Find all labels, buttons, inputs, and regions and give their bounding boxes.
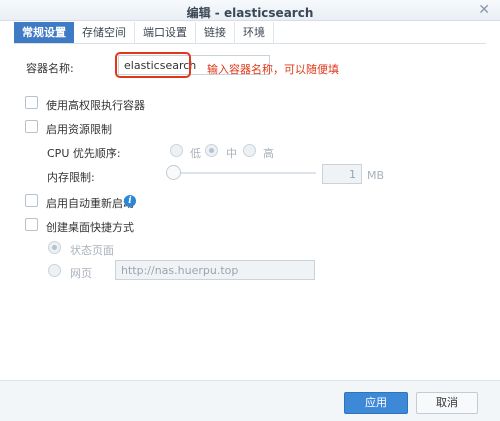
resource-limit-checkbox[interactable] bbox=[25, 120, 38, 133]
high-privilege-checkbox[interactable] bbox=[25, 96, 38, 109]
cpu-low-label: 低 bbox=[190, 147, 201, 160]
status-page-label: 状态页面 bbox=[70, 244, 114, 257]
cpu-low-radio[interactable] bbox=[170, 144, 183, 157]
annotation-text: 输入容器名称，可以随便填 bbox=[207, 63, 339, 76]
auto-restart-label: 启用自动重新启动 bbox=[46, 197, 134, 210]
status-page-radio[interactable] bbox=[48, 241, 61, 254]
high-privilege-label: 使用高权限执行容器 bbox=[46, 99, 145, 112]
tab-links[interactable]: 链接 bbox=[196, 22, 235, 44]
close-icon[interactable]: ✕ bbox=[478, 2, 490, 18]
memory-value-input[interactable]: 1 bbox=[322, 164, 362, 184]
tab-general[interactable]: 常规设置 bbox=[14, 22, 74, 44]
tab-divider bbox=[14, 43, 486, 44]
info-icon[interactable]: i bbox=[124, 195, 136, 207]
cpu-high-label: 高 bbox=[263, 147, 274, 160]
memory-unit-label: MB bbox=[367, 169, 385, 182]
cpu-medium-label: 中 bbox=[226, 147, 237, 160]
window-titlebar: 编辑 - elasticsearch ✕ bbox=[0, 0, 500, 21]
container-name-label: 容器名称: bbox=[26, 62, 74, 75]
tab-ports[interactable]: 端口设置 bbox=[135, 22, 196, 44]
cpu-high-radio[interactable] bbox=[243, 144, 256, 157]
webpage-radio[interactable] bbox=[48, 264, 61, 277]
window-title: 编辑 - elasticsearch bbox=[186, 6, 314, 20]
desktop-shortcut-label: 创建桌面快捷方式 bbox=[46, 221, 134, 234]
highlight-box bbox=[115, 52, 191, 78]
memory-slider-handle[interactable] bbox=[166, 165, 181, 180]
cancel-button[interactable]: 取消 bbox=[416, 392, 478, 414]
tab-environment[interactable]: 环境 bbox=[235, 22, 274, 44]
auto-restart-checkbox[interactable] bbox=[25, 194, 38, 207]
cpu-medium-radio[interactable] bbox=[205, 144, 218, 157]
desktop-shortcut-checkbox[interactable] bbox=[25, 218, 38, 231]
resource-limit-label: 启用资源限制 bbox=[46, 123, 112, 136]
webpage-url-input[interactable]: http://nas.huerpu.top bbox=[115, 260, 315, 280]
memory-limit-label: 内存限制: bbox=[47, 171, 95, 184]
tab-bar: 常规设置 存储空间 端口设置 链接 环境 bbox=[14, 22, 274, 44]
memory-slider-track bbox=[176, 172, 316, 174]
webpage-label: 网页 bbox=[70, 267, 92, 280]
apply-button[interactable]: 应用 bbox=[344, 392, 408, 414]
tab-storage[interactable]: 存储空间 bbox=[74, 22, 135, 44]
cpu-priority-label: CPU 优先顺序: bbox=[47, 147, 121, 160]
